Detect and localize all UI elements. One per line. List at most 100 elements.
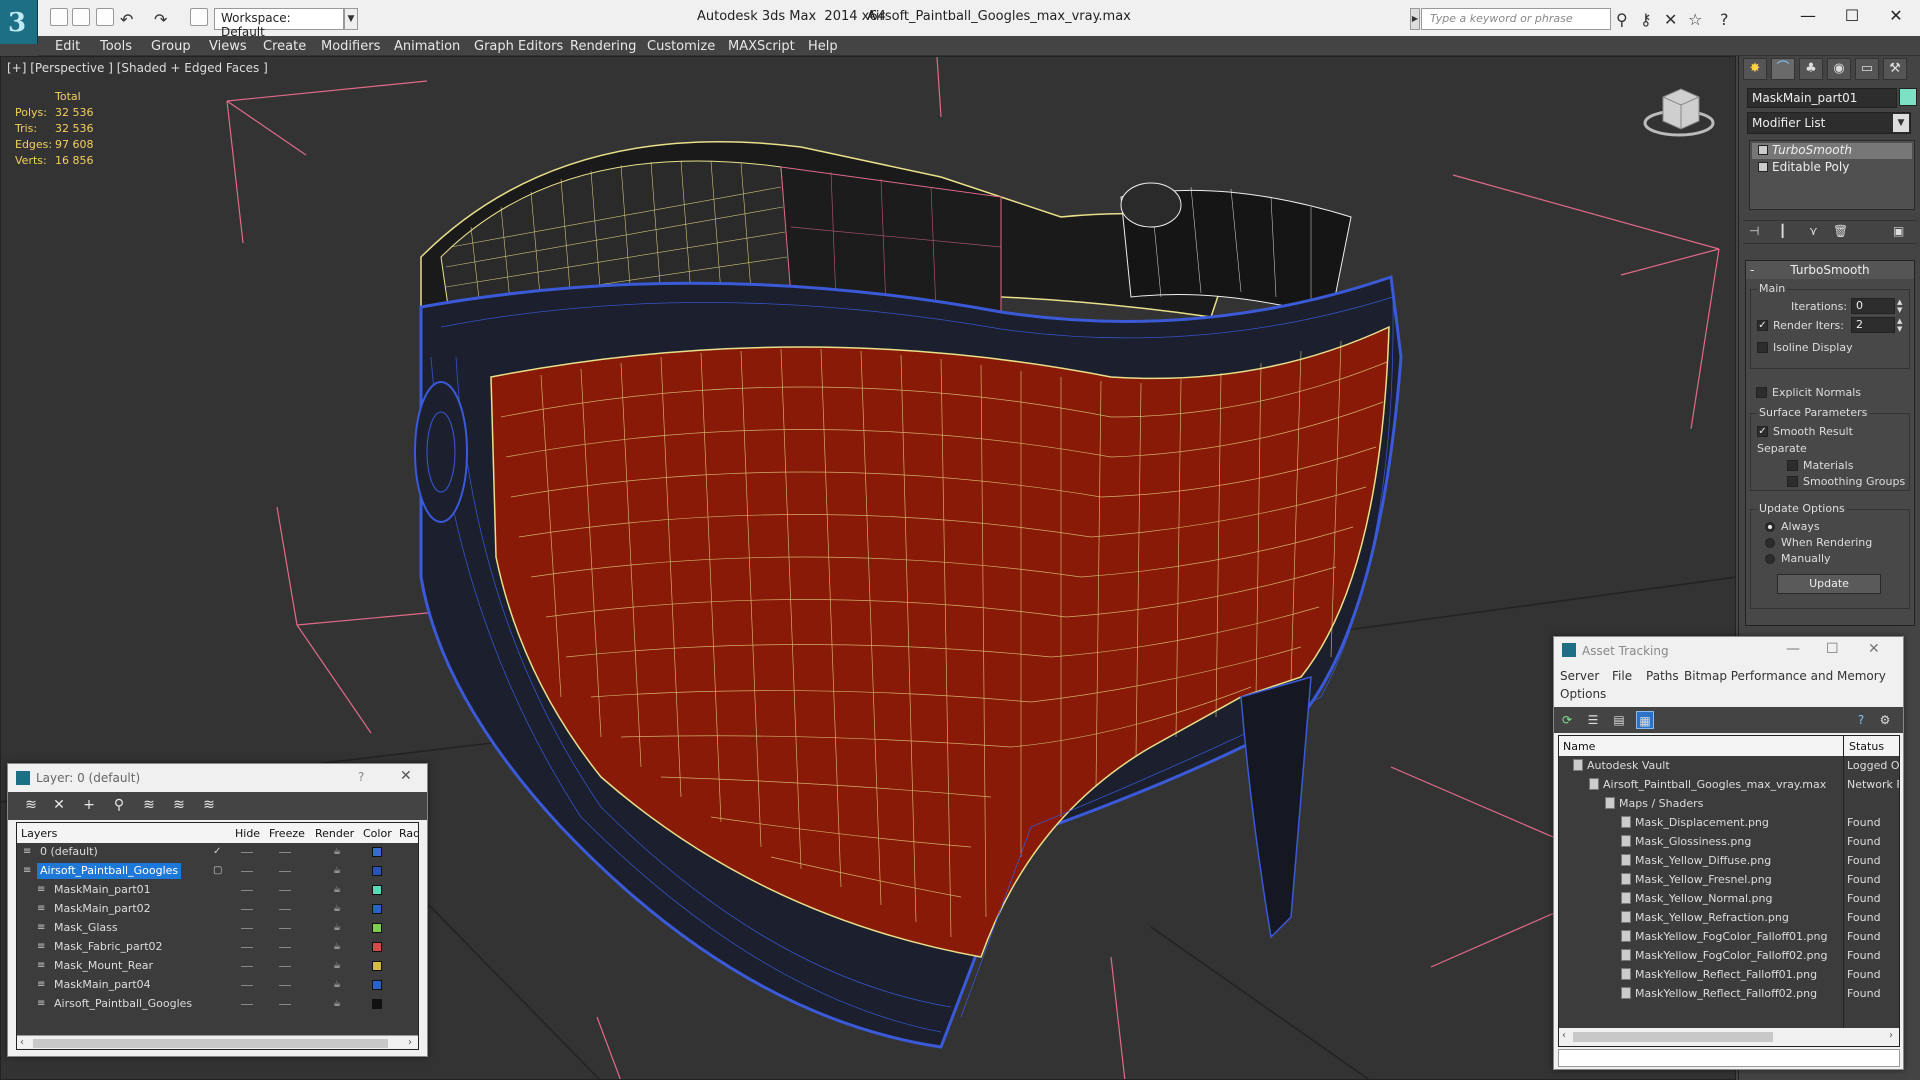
viewcube[interactable] bbox=[1643, 88, 1715, 137]
column-header-freeze[interactable]: Freeze bbox=[269, 827, 305, 840]
hide-toggle[interactable] bbox=[241, 1004, 253, 1005]
layer-color-swatch[interactable] bbox=[372, 961, 382, 971]
freeze-toggle[interactable] bbox=[279, 890, 291, 891]
asset-row[interactable]: Mask_Displacement.png Found bbox=[1559, 813, 1899, 832]
object-name-field[interactable]: MaskMain_part01 bbox=[1747, 88, 1897, 108]
layer-name[interactable]: MaskMain_part02 bbox=[51, 901, 154, 917]
menu-edit[interactable]: Edit bbox=[55, 39, 80, 54]
menu-tools[interactable]: Tools bbox=[100, 39, 132, 54]
stack-item-editable-poly[interactable]: Editable Poly bbox=[1752, 160, 1912, 176]
spinner-arrows-icon[interactable]: ▲ ▼ bbox=[1897, 317, 1905, 333]
asset-row[interactable]: MaskYellow_FogColor_Falloff02.png Found bbox=[1559, 946, 1899, 965]
highlight-selected-icon[interactable]: ≋ bbox=[140, 797, 158, 815]
freeze-toggle[interactable] bbox=[279, 852, 291, 853]
menu-options[interactable]: Options bbox=[1560, 687, 1606, 701]
communication-icon[interactable]: ✕ bbox=[1664, 10, 1677, 29]
layer-color-swatch[interactable] bbox=[372, 885, 382, 895]
workspace-select[interactable]: Workspace: Default bbox=[214, 8, 344, 39]
current-layer-marker[interactable] bbox=[213, 904, 223, 914]
current-layer-marker[interactable] bbox=[213, 942, 223, 952]
collapse-icon[interactable]: - bbox=[1750, 261, 1754, 279]
make-unique-icon[interactable]: ⋎ bbox=[1809, 224, 1825, 240]
smooth-result-checkbox[interactable]: ✓ bbox=[1757, 426, 1768, 437]
menu-paths[interactable]: Paths bbox=[1646, 669, 1679, 683]
layer-name[interactable]: MaskMain_part04 bbox=[51, 977, 154, 993]
layer-row[interactable]: ≡ Mask_Fabric_part02 ☕ bbox=[17, 938, 418, 957]
always-radio[interactable] bbox=[1765, 522, 1775, 532]
horizontal-scrollbar[interactable]: ‹ › bbox=[1559, 1028, 1899, 1046]
search-expand-icon[interactable]: ▶ bbox=[1410, 8, 1420, 30]
motion-tab-icon[interactable]: ◉ bbox=[1827, 58, 1851, 80]
hide-toggle[interactable] bbox=[241, 890, 253, 891]
hide-toggle[interactable] bbox=[241, 985, 253, 986]
menu-modifiers[interactable]: Modifiers bbox=[321, 39, 380, 54]
current-layer-marker[interactable] bbox=[213, 885, 223, 895]
teapot-render-icon[interactable]: ☕ bbox=[333, 885, 341, 895]
column-header-color[interactable]: Color bbox=[363, 827, 392, 840]
display-tab-icon[interactable]: ▭ bbox=[1855, 58, 1879, 80]
teapot-render-icon[interactable]: ☕ bbox=[333, 961, 341, 971]
column-header-status[interactable]: Status bbox=[1849, 740, 1884, 753]
asset-window-titlebar[interactable]: Asset Tracking — ☐ ✕ bbox=[1554, 637, 1903, 665]
freeze-toggle[interactable] bbox=[279, 985, 291, 986]
teapot-render-icon[interactable]: ☕ bbox=[333, 866, 341, 876]
new-file-icon[interactable] bbox=[50, 8, 68, 26]
layer-name[interactable]: Airsoft_Paintball_Googles bbox=[51, 996, 195, 1012]
layer-name[interactable]: 0 (default) bbox=[37, 844, 101, 860]
select-highlighted-icon[interactable]: ⚲ bbox=[110, 797, 128, 815]
layer-name[interactable]: MaskMain_part01 bbox=[51, 882, 154, 898]
freeze-toggle[interactable] bbox=[279, 909, 291, 910]
menu-maxscript[interactable]: MAXScript bbox=[728, 39, 795, 54]
layer-name[interactable]: Airsoft_Paintball_Googles bbox=[37, 863, 182, 879]
search-input[interactable]: Type a keyword or phrase bbox=[1421, 8, 1611, 30]
iterations-spinner[interactable]: 0 bbox=[1851, 298, 1895, 314]
menu-graph-editors[interactable]: Graph Editors bbox=[474, 39, 563, 54]
teapot-render-icon[interactable]: ☕ bbox=[333, 942, 341, 952]
teapot-render-icon[interactable]: ☕ bbox=[333, 999, 341, 1009]
open-file-icon[interactable] bbox=[72, 8, 90, 26]
redo-icon[interactable]: ↷ bbox=[154, 10, 167, 29]
expand-plus-icon[interactable] bbox=[1758, 162, 1768, 172]
minimize-button[interactable]: — bbox=[1785, 6, 1831, 30]
hide-toggle[interactable] bbox=[241, 871, 253, 872]
remove-modifier-icon[interactable]: 🗑 bbox=[1833, 224, 1849, 240]
layer-row[interactable]: ≡ Airsoft_Paintball_Googles ☕ bbox=[17, 995, 418, 1014]
teapot-render-icon[interactable]: ☕ bbox=[333, 980, 341, 990]
lightbulb-icon[interactable] bbox=[1758, 145, 1768, 155]
undo-icon[interactable]: ↶ bbox=[120, 10, 133, 29]
save-file-icon[interactable] bbox=[96, 8, 114, 26]
scroll-left-icon[interactable]: ‹ bbox=[20, 1037, 24, 1048]
teapot-render-icon[interactable]: ☕ bbox=[333, 904, 341, 914]
configure-sets-icon[interactable]: ▣ bbox=[1893, 224, 1909, 240]
freeze-toggle[interactable] bbox=[279, 966, 291, 967]
column-header-name[interactable]: Name bbox=[1563, 740, 1595, 753]
hide-all-icon[interactable]: ≋ bbox=[170, 797, 188, 815]
layer-name[interactable]: Mask_Mount_Rear bbox=[51, 958, 156, 974]
layer-name[interactable]: Mask_Fabric_part02 bbox=[51, 939, 166, 955]
modifier-list-dropdown[interactable]: Modifier List bbox=[1747, 112, 1911, 134]
asset-row[interactable]: Mask_Yellow_Fresnel.png Found bbox=[1559, 870, 1899, 889]
menu-help[interactable]: Help bbox=[808, 39, 838, 54]
current-layer-marker[interactable] bbox=[213, 923, 223, 933]
teapot-render-icon[interactable]: ☕ bbox=[333, 847, 341, 857]
refresh-icon[interactable]: ⟳ bbox=[1558, 711, 1576, 729]
menu-bitmap-performance[interactable]: Bitmap Performance and Memory bbox=[1684, 669, 1886, 683]
create-tab-icon[interactable]: ✸ bbox=[1743, 58, 1767, 80]
layer-row[interactable]: ≡ 0 (default) ✓ ☕ bbox=[17, 843, 418, 862]
materials-checkbox[interactable] bbox=[1787, 460, 1798, 471]
layer-row[interactable]: ≡ Mask_Mount_Rear ☕ bbox=[17, 957, 418, 976]
freeze-toggle[interactable] bbox=[279, 871, 291, 872]
update-button[interactable]: Update bbox=[1777, 574, 1881, 594]
asset-row[interactable]: Mask_Glossiness.png Found bbox=[1559, 832, 1899, 851]
create-layer-icon[interactable]: ≋ bbox=[22, 797, 40, 815]
asset-row[interactable]: MaskYellow_Reflect_Falloff02.png Found bbox=[1559, 984, 1899, 1003]
menu-animation[interactable]: Animation bbox=[394, 39, 460, 54]
delete-layer-icon[interactable]: ✕ bbox=[50, 797, 68, 815]
current-layer-marker[interactable] bbox=[213, 980, 223, 990]
project-folder-icon[interactable] bbox=[190, 8, 208, 26]
help-button[interactable]: ? bbox=[358, 770, 364, 784]
menu-views[interactable]: Views bbox=[209, 39, 247, 54]
hierarchy-tab-icon[interactable]: ♣ bbox=[1799, 58, 1823, 80]
layer-row[interactable]: ≡ MaskMain_part02 ☕ bbox=[17, 900, 418, 919]
asset-row[interactable]: Mask_Yellow_Refraction.png Found bbox=[1559, 908, 1899, 927]
